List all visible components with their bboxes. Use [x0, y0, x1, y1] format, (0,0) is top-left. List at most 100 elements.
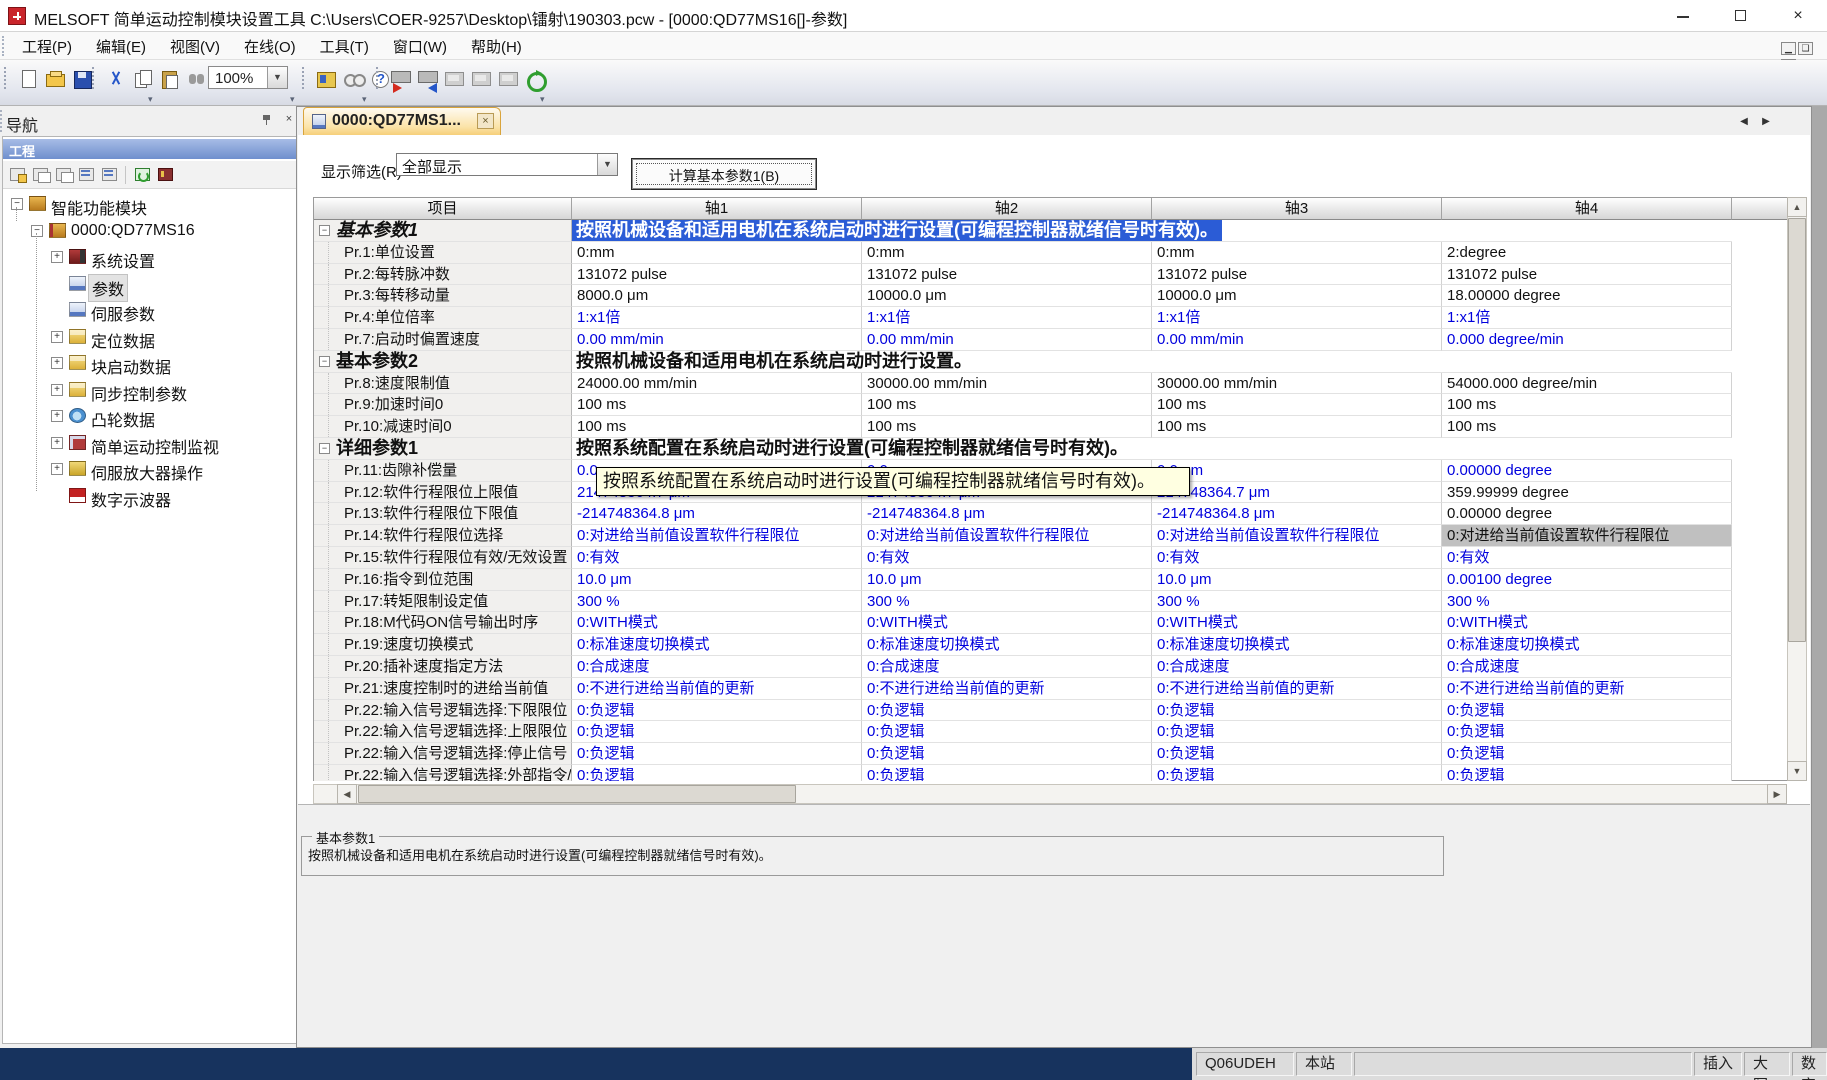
v-scroll-thumb[interactable] [1788, 218, 1806, 642]
axis1-value-cell[interactable]: 0:有效 [572, 547, 862, 569]
tree-label[interactable]: 简单运动控制监视 [88, 433, 222, 459]
scroll-left-icon[interactable]: ◀ [337, 784, 357, 804]
axis4-value-cell[interactable]: 54000.000 degree/min [1442, 373, 1732, 395]
tree-label[interactable]: 定位数据 [88, 327, 158, 353]
section-description-cell[interactable]: 按照机械设备和适用电机在系统启动时进行设置。 [572, 351, 1732, 373]
axis2-value-cell[interactable]: 0:负逻辑 [862, 743, 1152, 765]
menu-item-3[interactable]: 在线(O) [232, 32, 308, 61]
param-item-cell[interactable]: Pr.22:输入信号逻辑选择:下限限位 [314, 700, 572, 722]
menu-item-0[interactable]: 工程(P) [10, 32, 84, 61]
axis2-value-cell[interactable]: 0:标准速度切换模式 [862, 634, 1152, 656]
column-header-轴3[interactable]: 轴3 [1152, 198, 1442, 220]
axis4-value-cell[interactable]: 0:对进给当前值设置软件行程限位 [1442, 525, 1732, 547]
axis1-value-cell[interactable]: 0.00 mm/min [572, 329, 862, 351]
axis4-value-cell[interactable]: 0:不进行进给当前值的更新 [1442, 678, 1732, 700]
module-tool-icon[interactable] [155, 165, 176, 184]
tree-label[interactable]: 系统设置 [88, 247, 158, 273]
h-scroll-thumb[interactable] [358, 785, 796, 803]
axis4-value-cell[interactable]: 0:有效 [1442, 547, 1732, 569]
axis3-value-cell[interactable]: 10.0 μm [1152, 569, 1442, 591]
scroll-right-icon[interactable]: ▶ [1767, 784, 1787, 804]
axis2-value-cell[interactable]: 0:不进行进给当前值的更新 [862, 678, 1152, 700]
param-item-cell[interactable]: Pr.22:输入信号逻辑选择:外部指令/切 [314, 765, 572, 781]
save-project-icon[interactable] [69, 67, 93, 89]
param-item-cell[interactable]: −详细参数1 [314, 438, 572, 460]
param-item-cell[interactable]: Pr.22:输入信号逻辑选择:上限限位 [314, 721, 572, 743]
axis3-value-cell[interactable]: 0:WITH模式 [1152, 612, 1442, 634]
tab-scroll-right-icon[interactable]: ▶ [1756, 113, 1776, 131]
axis1-value-cell[interactable]: 10.0 μm [572, 569, 862, 591]
axis1-value-cell[interactable]: 24000.00 mm/min [572, 373, 862, 395]
column-header-轴2[interactable]: 轴2 [862, 198, 1152, 220]
menu-item-6[interactable]: 帮助(H) [459, 32, 534, 61]
axis2-value-cell[interactable]: 131072 pulse [862, 264, 1152, 286]
axis2-value-cell[interactable]: 1:x1倍 [862, 307, 1152, 329]
param-item-cell[interactable]: Pr.19:速度切换模式 [314, 634, 572, 656]
axis4-value-cell[interactable]: 1:x1倍 [1442, 307, 1732, 329]
read-from-module-icon[interactable] [414, 67, 438, 89]
axis2-value-cell[interactable]: 0.00 mm/min [862, 329, 1152, 351]
param-item-cell[interactable]: Pr.17:转矩限制设定值 [314, 591, 572, 613]
copy-icon[interactable] [130, 67, 154, 89]
zoom-select[interactable]: 100% ▼ [208, 66, 288, 89]
display-filter-select[interactable]: 全部显示 ▼ [396, 153, 618, 176]
param-item-cell[interactable]: Pr.9:加速时间0 [314, 394, 572, 416]
axis3-value-cell[interactable]: 0:有效 [1152, 547, 1442, 569]
axis1-value-cell[interactable]: 1:x1倍 [572, 307, 862, 329]
monitor-icon[interactable] [441, 67, 465, 89]
axis4-value-cell[interactable]: 0:负逻辑 [1442, 743, 1732, 765]
close-button[interactable]: × [1769, 0, 1827, 32]
calc-basic-param-button[interactable]: 计算基本参数1(B) [631, 158, 817, 190]
tree-item-块启动数据[interactable]: + 块启动数据 [3, 350, 302, 377]
axis3-value-cell[interactable]: 1:x1倍 [1152, 307, 1442, 329]
axis1-value-cell[interactable]: 100 ms [572, 416, 862, 438]
collapse-icon[interactable]: − [11, 198, 23, 210]
param-item-cell[interactable]: Pr.8:速度限制值 [314, 373, 572, 395]
param-item-cell[interactable]: −基本参数2 [314, 351, 572, 373]
param-item-cell[interactable]: Pr.7:启动时偏置速度 [314, 329, 572, 351]
axis4-value-cell[interactable]: 300 % [1442, 591, 1732, 613]
param-item-cell[interactable]: Pr.21:速度控制时的进给当前值 [314, 678, 572, 700]
axis4-value-cell[interactable]: 0:负逻辑 [1442, 700, 1732, 722]
param-item-cell[interactable]: Pr.10:减速时间0 [314, 416, 572, 438]
expand-icon[interactable]: + [51, 251, 63, 263]
axis1-value-cell[interactable]: 0:负逻辑 [572, 743, 862, 765]
axis1-value-cell[interactable]: 0:负逻辑 [572, 765, 862, 781]
tree-label[interactable]: 凸轮数据 [88, 406, 158, 432]
tree-label[interactable]: 同步控制参数 [88, 380, 190, 406]
column-header-轴1[interactable]: 轴1 [572, 198, 862, 220]
menu-item-1[interactable]: 编辑(E) [84, 32, 158, 61]
expand-icon[interactable]: + [51, 357, 63, 369]
mdi-restore-icon[interactable]: ❑ [1798, 42, 1813, 55]
tab-close-icon[interactable]: × [477, 113, 494, 129]
param-item-cell[interactable]: Pr.14:软件行程限位选择 [314, 525, 572, 547]
axis2-value-cell[interactable]: 0:WITH模式 [862, 612, 1152, 634]
axis4-value-cell[interactable]: 0.000 degree/min [1442, 329, 1732, 351]
tree-item-0000:QD77MS16[interactable]: −0000:QD77MS16 [3, 218, 302, 245]
axis2-value-cell[interactable]: 0:负逻辑 [862, 721, 1152, 743]
test-mode-icon[interactable] [495, 67, 519, 89]
param-item-cell[interactable]: Pr.22:输入信号逻辑选择:停止信号 [314, 743, 572, 765]
scroll-up-icon[interactable]: ▲ [1787, 197, 1807, 217]
tree-label[interactable]: 伺服放大器操作 [88, 459, 206, 485]
new-project-icon[interactable] [15, 67, 39, 89]
axis4-value-cell[interactable]: 0.00100 degree [1442, 569, 1732, 591]
axis1-value-cell[interactable]: 0:mm [572, 242, 862, 264]
column-header-轴4[interactable]: 轴4 [1442, 198, 1732, 220]
param-item-cell[interactable]: Pr.1:单位设置 [314, 242, 572, 264]
axis3-value-cell[interactable]: 100 ms [1152, 394, 1442, 416]
tree-label[interactable]: 智能功能模块 [48, 194, 150, 220]
menu-item-5[interactable]: 窗口(W) [381, 32, 459, 61]
zoom-dropdown-arrow-icon[interactable]: ▼ [267, 67, 287, 88]
collapse-icon[interactable]: − [31, 225, 43, 237]
monitor-off-icon[interactable] [468, 67, 492, 89]
tree-label[interactable]: 块启动数据 [88, 353, 174, 379]
mdi-minimize-icon[interactable]: ▁ [1781, 42, 1796, 55]
toolbar-overflow-icon[interactable]: ▾ [540, 94, 545, 105]
param-item-cell[interactable]: −基本参数1 [314, 220, 572, 242]
expand-icon[interactable]: + [51, 437, 63, 449]
axis4-value-cell[interactable]: 0:负逻辑 [1442, 721, 1732, 743]
axis2-value-cell[interactable]: 0:合成速度 [862, 656, 1152, 678]
axis1-value-cell[interactable]: 0:标准速度切换模式 [572, 634, 862, 656]
param-item-cell[interactable]: Pr.20:插补速度指定方法 [314, 656, 572, 678]
